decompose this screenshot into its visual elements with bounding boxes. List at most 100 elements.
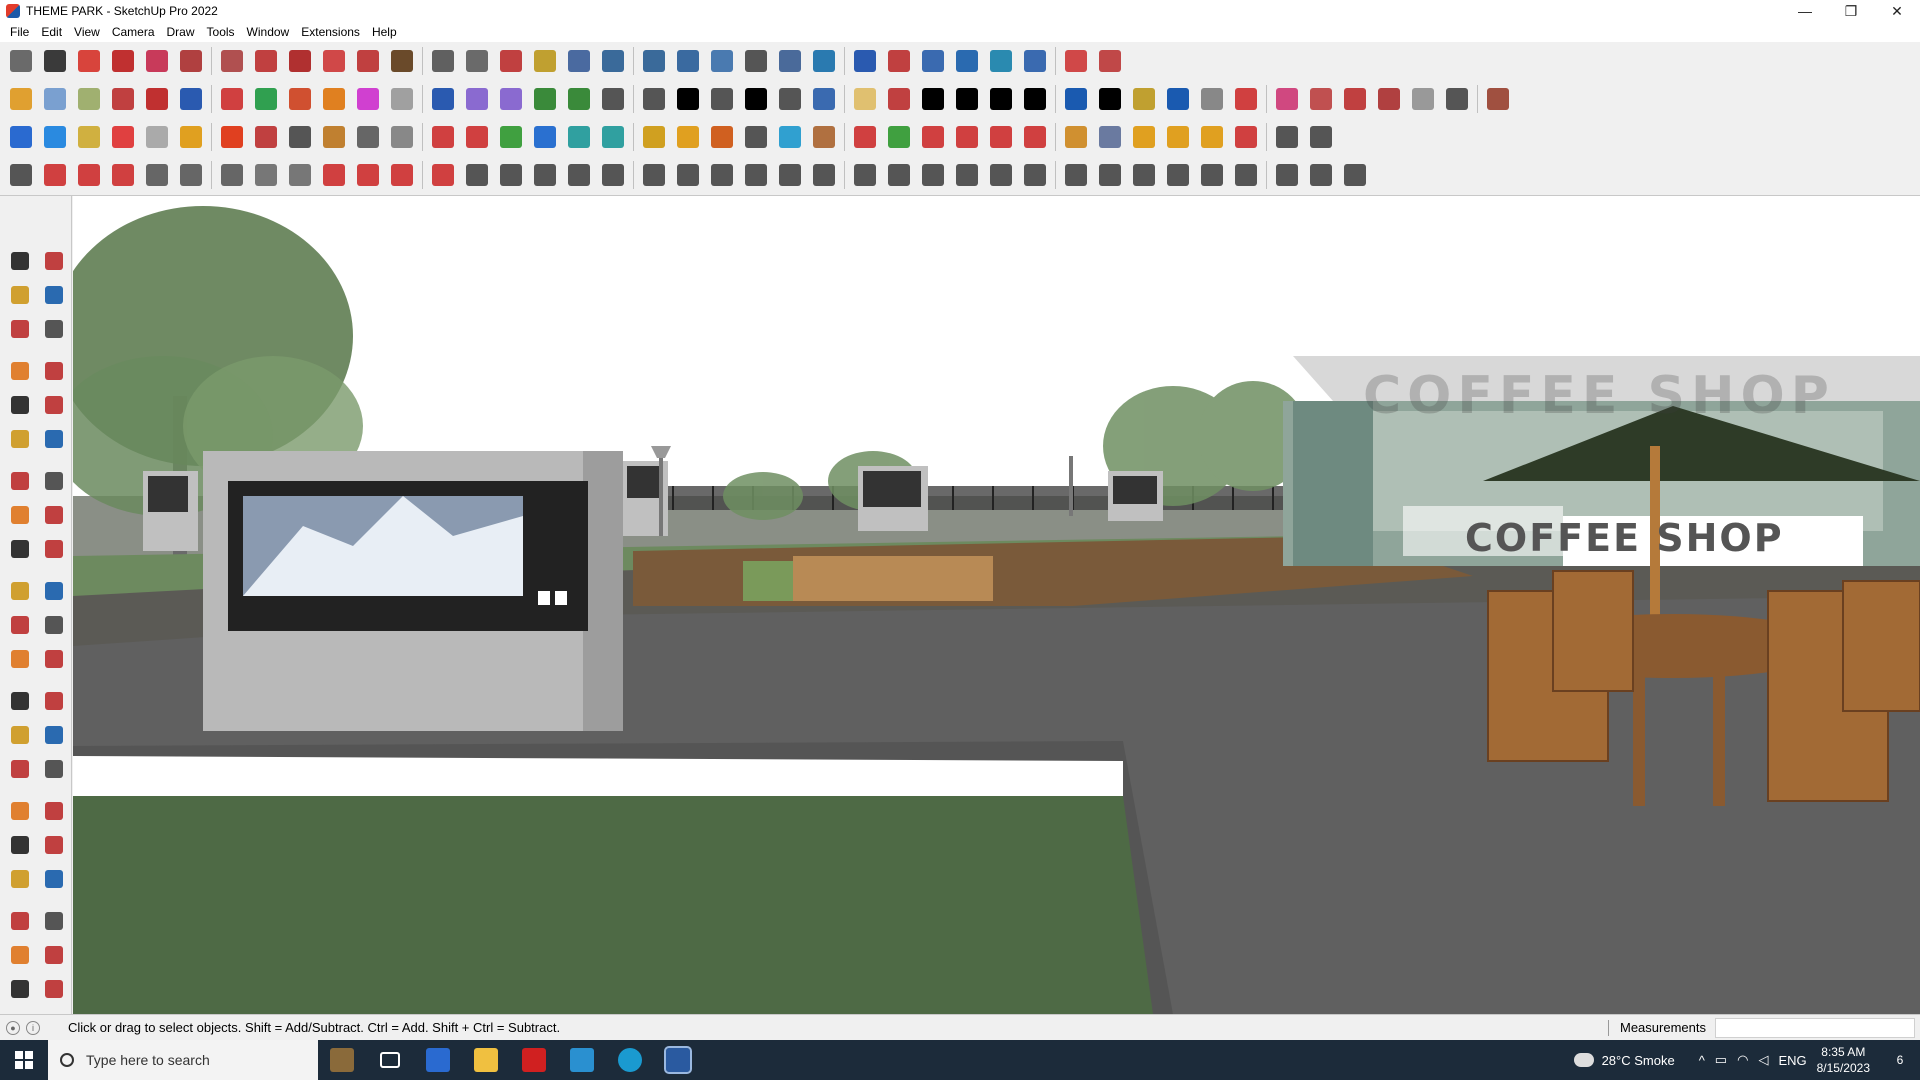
row1-tool-28-button[interactable] xyxy=(950,44,984,78)
menu-camera[interactable]: Camera xyxy=(106,25,161,39)
row4-tool-19-button[interactable] xyxy=(637,158,671,192)
store-icon[interactable] xyxy=(558,1040,606,1080)
minimize-button[interactable]: — xyxy=(1782,0,1828,22)
row2-tool-18-button[interactable] xyxy=(596,82,630,116)
row2-tool-17-button[interactable] xyxy=(562,82,596,116)
row4-tool-38-button[interactable] xyxy=(1304,158,1338,192)
row2-tool-25-button[interactable] xyxy=(848,82,882,116)
row3-tool-28-button[interactable] xyxy=(950,120,984,154)
pan-button[interactable] xyxy=(37,752,71,786)
row3-tool-15-button[interactable] xyxy=(494,120,528,154)
row4-tool-32-button[interactable] xyxy=(1093,158,1127,192)
row1-tool-12-button[interactable] xyxy=(385,44,419,78)
row3-tool-3-button[interactable] xyxy=(72,120,106,154)
weather-icon[interactable] xyxy=(1573,1053,1594,1067)
row1-tool-2-button[interactable] xyxy=(38,44,72,78)
row1-tool-6-button[interactable] xyxy=(174,44,208,78)
rotate-button[interactable] xyxy=(3,574,37,608)
row2-tool-35-button[interactable] xyxy=(1195,82,1229,116)
menu-view[interactable]: View xyxy=(68,25,106,39)
zoom-button[interactable] xyxy=(3,794,37,828)
row3-tool-4-button[interactable] xyxy=(106,120,140,154)
three-point-arc-button[interactable] xyxy=(37,498,71,532)
row2-tool-22-button[interactable] xyxy=(739,82,773,116)
row4-tool-6-button[interactable] xyxy=(174,158,208,192)
row4-tool-2-button[interactable] xyxy=(38,158,72,192)
row2-tool-10-button[interactable] xyxy=(317,82,351,116)
row1-tool-17-button[interactable] xyxy=(562,44,596,78)
row2-tool-40-button[interactable] xyxy=(1372,82,1406,116)
row2-tool-15-button[interactable] xyxy=(494,82,528,116)
row3-tool-22-button[interactable] xyxy=(739,120,773,154)
row3-tool-9-button[interactable] xyxy=(283,120,317,154)
row3-tool-37-button[interactable] xyxy=(1270,120,1304,154)
scale-button[interactable] xyxy=(3,608,37,642)
arc-button[interactable] xyxy=(3,464,37,498)
row4-tool-25-button[interactable] xyxy=(848,158,882,192)
sketchup-taskbar-icon[interactable] xyxy=(654,1040,702,1080)
paint-bucket-button[interactable] xyxy=(3,278,37,312)
rotated-rectangle-button[interactable] xyxy=(37,388,71,422)
row4-tool-28-button[interactable] xyxy=(950,158,984,192)
offset-button[interactable] xyxy=(37,608,71,642)
row4-tool-30-button[interactable] xyxy=(1018,158,1052,192)
eraser-button[interactable] xyxy=(37,278,71,312)
row2-tool-28-button[interactable] xyxy=(950,82,984,116)
row3-tool-2-button[interactable] xyxy=(38,120,72,154)
row3-tool-10-button[interactable] xyxy=(317,120,351,154)
row4-tool-29-button[interactable] xyxy=(984,158,1018,192)
row1-tool-16-button[interactable] xyxy=(528,44,562,78)
protractor-button[interactable] xyxy=(3,684,37,718)
row1-tool-18-button[interactable] xyxy=(596,44,630,78)
row4-tool-17-button[interactable] xyxy=(562,158,596,192)
wifi-icon[interactable]: ◠ xyxy=(1737,1052,1748,1068)
row4-tool-10-button[interactable] xyxy=(317,158,351,192)
row3-tool-7-button[interactable] xyxy=(215,120,249,154)
notifications-icon[interactable]: 6 xyxy=(1880,1053,1920,1067)
orbit2-button[interactable] xyxy=(3,752,37,786)
row1-tool-4-button[interactable] xyxy=(106,44,140,78)
row1-tool-21-button[interactable] xyxy=(705,44,739,78)
row4-tool-4-button[interactable] xyxy=(106,158,140,192)
row1-tool-10-button[interactable] xyxy=(317,44,351,78)
calculator-icon[interactable] xyxy=(414,1040,462,1080)
row1-tool-5-button[interactable] xyxy=(140,44,174,78)
maximize-button[interactable]: ❐ xyxy=(1828,0,1874,22)
row3-tool-23-button[interactable] xyxy=(773,120,807,154)
freehand-button[interactable] xyxy=(37,354,71,388)
row1-tool-7-button[interactable] xyxy=(215,44,249,78)
row4-tool-31-button[interactable] xyxy=(1059,158,1093,192)
position-camera-button[interactable] xyxy=(3,862,37,896)
taskbar-search[interactable]: Type here to search xyxy=(48,1040,318,1080)
row4-tool-5-button[interactable] xyxy=(140,158,174,192)
menu-tools[interactable]: Tools xyxy=(201,25,241,39)
section-display-button[interactable] xyxy=(3,938,37,972)
component-button[interactable] xyxy=(3,312,37,346)
row4-tool-24-button[interactable] xyxy=(807,158,841,192)
row3-tool-18-button[interactable] xyxy=(596,120,630,154)
look-around-button[interactable] xyxy=(37,862,71,896)
row2-tool-16-button[interactable] xyxy=(528,82,562,116)
row3-tool-25-button[interactable] xyxy=(848,120,882,154)
row1-tool-9-button[interactable] xyxy=(283,44,317,78)
language-indicator[interactable]: ENG xyxy=(1778,1053,1806,1068)
rectangle-button[interactable] xyxy=(3,388,37,422)
row3-tool-19-button[interactable] xyxy=(637,120,671,154)
row1-tool-26-button[interactable] xyxy=(882,44,916,78)
row4-tool-21-button[interactable] xyxy=(705,158,739,192)
row2-tool-11-button[interactable] xyxy=(351,82,385,116)
row3-tool-34-button[interactable] xyxy=(1161,120,1195,154)
acrobat-icon[interactable] xyxy=(510,1040,558,1080)
row2-tool-13-button[interactable] xyxy=(426,82,460,116)
row2-tool-8-button[interactable] xyxy=(249,82,283,116)
menu-window[interactable]: Window xyxy=(241,25,296,39)
row1-tool-24-button[interactable] xyxy=(807,44,841,78)
row1-tool-23-button[interactable] xyxy=(773,44,807,78)
clock[interactable]: 8:35 AM 8/15/2023 xyxy=(1817,1044,1870,1076)
row2-tool-39-button[interactable] xyxy=(1338,82,1372,116)
row2-tool-27-button[interactable] xyxy=(916,82,950,116)
row2-tool-33-button[interactable] xyxy=(1127,82,1161,116)
row2-tool-3-button[interactable] xyxy=(72,82,106,116)
row4-tool-23-button[interactable] xyxy=(773,158,807,192)
row4-tool-18-button[interactable] xyxy=(596,158,630,192)
